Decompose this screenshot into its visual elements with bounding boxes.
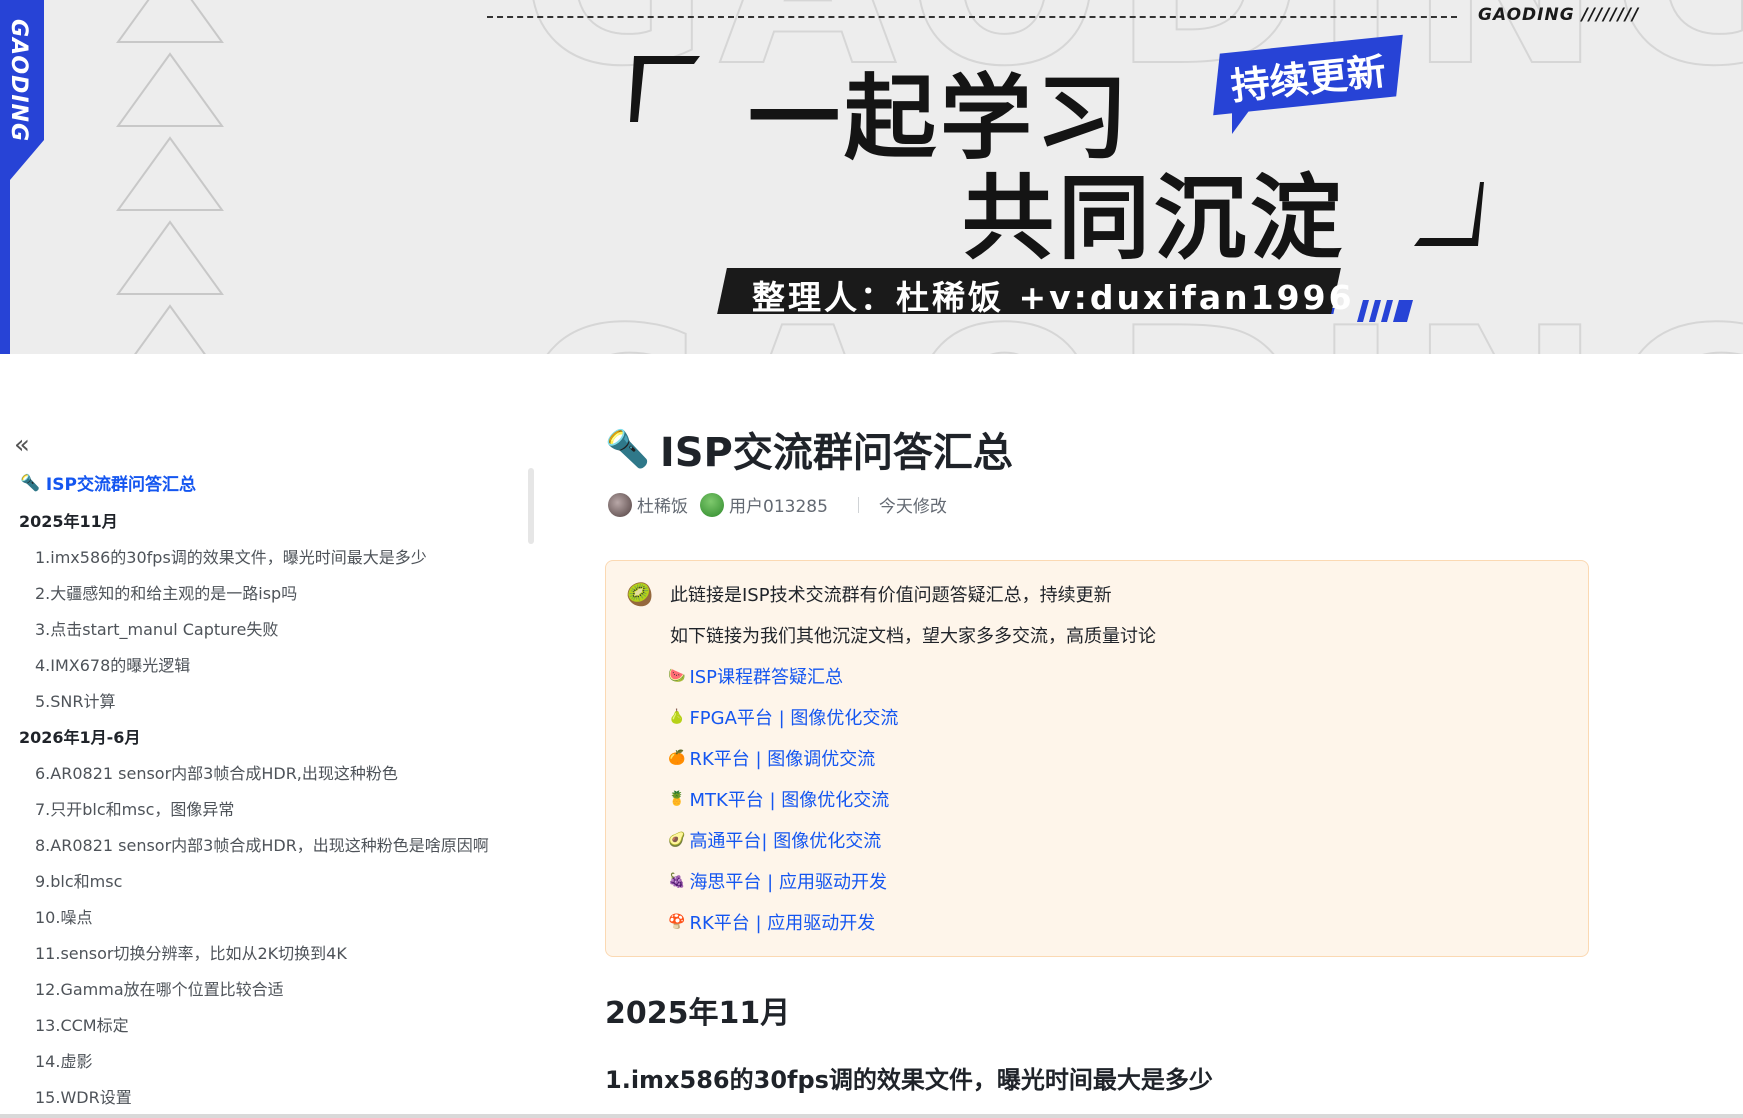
banner-badge-tail: [1232, 104, 1254, 134]
bottom-scrollbar[interactable]: [0, 1114, 1743, 1118]
toc-sidebar: « 🔦 ISP交流群问答汇总 2025年11月 1.imx586的30fps调的…: [0, 420, 540, 1118]
mushroom-icon: 🍄: [668, 914, 686, 930]
avocado-icon: 🥑: [668, 832, 686, 848]
avatar[interactable]: [608, 492, 632, 517]
toc-list: 2025年11月 1.imx586的30fps调的效果文件，曝光时间最大是多少 …: [0, 504, 530, 1116]
doc-link-label: MTK平台 | 图像优化交流: [689, 790, 890, 811]
doc-link-label: 海思平台 | 应用驱动开发: [689, 872, 887, 893]
doc-link-label: FPGA平台 | 图像优化交流: [689, 708, 899, 729]
cover-banner: GAODING GAODING GAODING GAODING ////////…: [0, 0, 1743, 354]
banner-author-text: 整理人：杜稀饭 +v:duxifan1996: [752, 278, 1355, 317]
banner-stripes-decoration: [1357, 300, 1413, 322]
toc-item[interactable]: 15.WDR设置: [0, 1080, 530, 1116]
toc-section[interactable]: 2025年11月: [0, 504, 530, 540]
toc-item[interactable]: 13.CCM标定: [0, 1008, 530, 1044]
toc-item[interactable]: 8.AR0821 sensor内部3帧合成HDR，出现这种粉色是啥原因啊: [0, 828, 530, 864]
toc-item[interactable]: 12.Gamma放在哪个位置比较合适: [0, 972, 530, 1008]
pear-icon: 🍐: [668, 709, 686, 725]
heading-1: 2025年11月: [605, 996, 791, 1031]
toc-item[interactable]: 9.blc和msc: [0, 864, 530, 900]
toc-item[interactable]: 3.点击start_manul Capture失败: [0, 612, 530, 648]
doc-link[interactable]: 🥑 高通平台| 图像优化交流: [668, 827, 881, 853]
banner-vertical-brand-text: GAODING: [6, 18, 32, 142]
page-title: 🔦 ISP交流群问答汇总: [605, 420, 1013, 478]
kiwi-icon: 🥝: [626, 583, 654, 608]
doc-link[interactable]: 🍍 MTK平台 | 图像优化交流: [668, 786, 889, 812]
callout-text-line: 如下链接为我们其他沉淀文档，望大家多多交流，高质量讨论: [670, 626, 1156, 647]
doc-link-label: ISP课程群答疑汇总: [689, 667, 844, 688]
toc-item[interactable]: 4.IMX678的曝光逻辑: [0, 648, 530, 684]
flashlight-icon: 🔦: [20, 473, 40, 492]
banner-title-line2: 共同沉淀: [962, 165, 1347, 272]
banner-vertical-brand: GAODING: [4, 0, 34, 160]
document-title[interactable]: ISP交流群问答汇总: [660, 420, 1013, 478]
document-body: 🔦 ISP交流群问答汇总 杜稀饭 用户013285 今天修改 🥝 此链接是ISP…: [605, 420, 1605, 1118]
callout-block: 🥝 此链接是ISP技术交流群有价值问题答疑汇总，持续更新 如下链接为我们其他沉淀…: [605, 560, 1589, 957]
grapes-icon: 🍇: [668, 873, 686, 889]
toc-item[interactable]: 10.噪点: [0, 900, 530, 936]
meta-divider: [857, 496, 859, 513]
flashlight-icon[interactable]: 🔦: [605, 428, 650, 470]
avatar[interactable]: [700, 492, 724, 517]
toc-item[interactable]: 5.SNR计算: [0, 684, 530, 720]
doc-link[interactable]: 🍐 FPGA平台 | 图像优化交流: [668, 704, 898, 730]
author-name[interactable]: 用户013285: [729, 492, 828, 517]
toc-item[interactable]: 2.大疆感知的和给主观的是一路isp吗: [0, 576, 530, 612]
watermelon-icon: 🍉: [668, 668, 686, 684]
doc-link[interactable]: 🍄 RK平台 | 应用驱动开发: [668, 909, 875, 935]
orange-icon: 🍊: [668, 750, 686, 766]
doc-link[interactable]: 🍇 海思平台 | 应用驱动开发: [668, 868, 887, 894]
doc-link-label: RK平台 | 图像调优交流: [689, 749, 876, 770]
collapse-toc-icon[interactable]: «: [14, 432, 30, 458]
banner-corner-bracket-right: [1414, 182, 1484, 246]
callout-text-line: 此链接是ISP技术交流群有价值问题答疑汇总，持续更新: [670, 585, 1112, 606]
toc-section[interactable]: 2026年1月-6月: [0, 720, 530, 756]
toc-item[interactable]: 1.imx586的30fps调的效果文件，曝光时间最大是多少: [0, 540, 530, 576]
toc-title-item[interactable]: 🔦 ISP交流群问答汇总: [20, 470, 196, 495]
document-meta: 杜稀饭 用户013285 今天修改: [608, 492, 947, 517]
doc-link-label: RK平台 | 应用驱动开发: [689, 913, 876, 934]
banner-update-badge-text: 持续更新: [1228, 49, 1389, 108]
doc-link-label: 高通平台| 图像优化交流: [689, 831, 882, 852]
toc-item[interactable]: 6.AR0821 sensor内部3帧合成HDR,出现这种粉色: [0, 756, 530, 792]
toc-item[interactable]: 14.虚影: [0, 1044, 530, 1080]
banner-brand-top: GAODING ////////: [1478, 5, 1640, 25]
toc-item[interactable]: 7.只开blc和msc，图像异常: [0, 792, 530, 828]
toc-title-label: ISP交流群问答汇总: [45, 475, 196, 495]
banner-dashed-line: [487, 16, 1457, 18]
doc-link[interactable]: 🍊 RK平台 | 图像调优交流: [668, 745, 875, 771]
author-name[interactable]: 杜稀饭: [637, 492, 688, 517]
heading-2: 1.imx586的30fps调的效果文件，曝光时间最大是多少: [605, 1066, 1213, 1094]
modified-time[interactable]: 今天修改: [879, 492, 947, 517]
toc-item[interactable]: 11.sensor切换分辨率，比如从2K切换到4K: [0, 936, 530, 972]
doc-link[interactable]: 🍉 ISP课程群答疑汇总: [668, 663, 843, 689]
pineapple-icon: 🍍: [668, 791, 686, 807]
banner-triangle-pattern: [116, 0, 224, 354]
banner-corner-bracket-left: [630, 56, 700, 122]
